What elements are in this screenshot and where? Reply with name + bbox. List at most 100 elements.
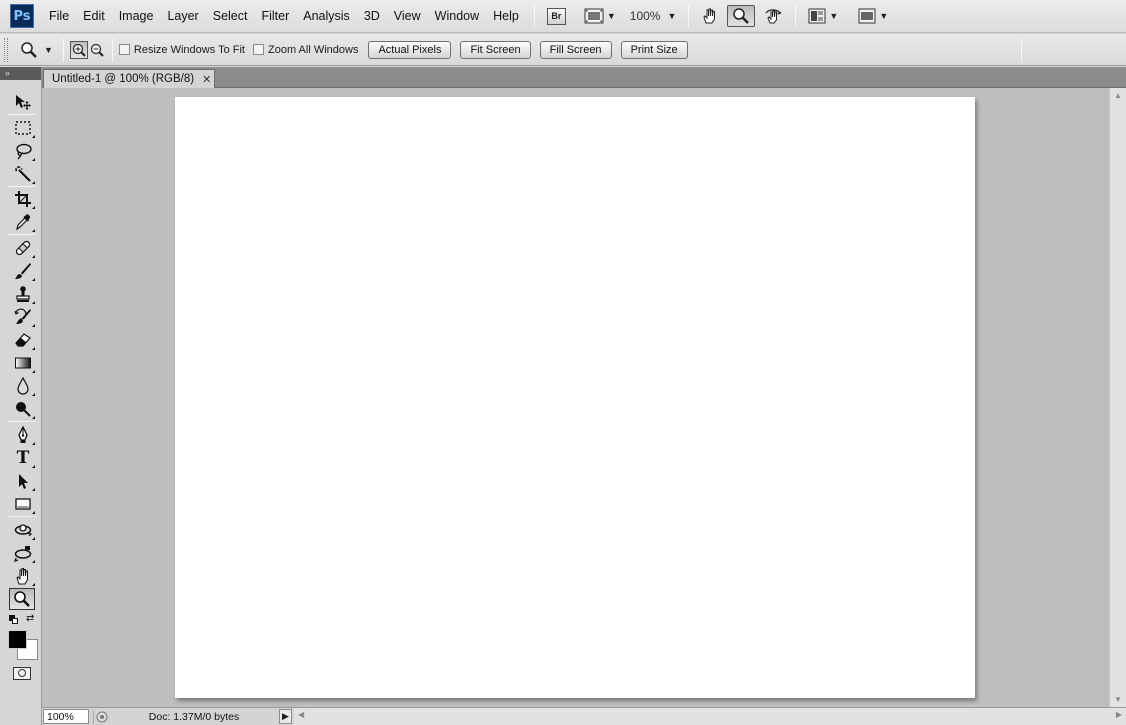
healing-brush-tool[interactable] <box>10 237 36 259</box>
options-bar-grip[interactable] <box>4 37 8 62</box>
checkbox-box[interactable] <box>118 44 130 55</box>
hand-tool-button[interactable] <box>697 5 723 27</box>
tool-flyout-indicator <box>32 465 35 468</box>
history-brush-tool[interactable] <box>10 306 36 328</box>
dodge-tool[interactable] <box>10 398 36 420</box>
path-selection-icon <box>19 474 28 489</box>
checkbox-box[interactable] <box>252 44 264 55</box>
menu-view[interactable]: View <box>387 0 428 33</box>
zoom-field[interactable]: 100% <box>43 709 89 724</box>
tool-flyout-indicator <box>32 181 35 184</box>
actual-pixels-button[interactable]: Actual Pixels <box>368 40 452 59</box>
menu-list: File Edit Image Layer Select Filter Anal… <box>42 0 526 33</box>
rotate-view-button[interactable] <box>759 5 787 27</box>
status-settings-button[interactable] <box>93 709 109 724</box>
zoom-out-button[interactable] <box>88 41 106 59</box>
fill-screen-button[interactable]: Fill Screen <box>539 40 612 59</box>
eraser-icon <box>15 333 31 347</box>
tool-flyout-indicator <box>32 324 35 327</box>
tool-flyout-indicator <box>32 488 35 491</box>
type-tool[interactable]: T <box>10 447 36 469</box>
launch-bridge-button[interactable]: Br <box>543 5 570 27</box>
blur-tool[interactable] <box>10 375 36 397</box>
quick-mask-button[interactable] <box>13 667 31 680</box>
pen-tool[interactable] <box>10 424 36 446</box>
magic-wand-tool[interactable] <box>10 163 36 185</box>
crop-tool[interactable] <box>10 188 36 210</box>
film-strip-icon <box>584 8 604 24</box>
clone-stamp-tool[interactable] <box>10 283 36 305</box>
menu-layer[interactable]: Layer <box>160 0 205 33</box>
menu-file[interactable]: File <box>42 0 76 33</box>
canvas-workspace <box>42 88 1109 707</box>
3d-rotate-icon <box>14 524 32 537</box>
tool-flyout-indicator <box>32 158 35 161</box>
fit-screen-button[interactable]: Fit Screen <box>460 40 531 59</box>
screen-mode-button[interactable]: ▼ <box>854 5 892 27</box>
scroll-right-icon[interactable]: ▶ <box>1116 710 1122 719</box>
chevron-down-icon[interactable]: ▼ <box>667 11 676 21</box>
zoom-in-button[interactable] <box>69 40 88 59</box>
3d-rotate-tool[interactable] <box>10 519 36 541</box>
rotate-view-icon <box>765 9 783 24</box>
gradient-tool[interactable] <box>10 352 36 374</box>
tool-flyout-indicator <box>32 416 35 419</box>
menu-filter[interactable]: Filter <box>254 0 296 33</box>
zoom-level-dropdown[interactable]: 100% <box>620 9 665 23</box>
swap-colors-icon[interactable]: ⇄ <box>26 613 34 624</box>
foreground-color-swatch[interactable] <box>8 630 27 649</box>
scroll-up-icon[interactable]: ▲ <box>1114 91 1122 100</box>
options-divider <box>111 37 113 62</box>
menu-help[interactable]: Help <box>486 0 526 33</box>
toolbox-divider <box>8 421 36 422</box>
status-menu-button[interactable]: ▶ <box>279 709 292 724</box>
3d-orbit-tool[interactable] <box>10 542 36 564</box>
play-icon: ▶ <box>282 711 289 721</box>
hand-icon <box>16 568 28 585</box>
scroll-left-icon[interactable]: ◀ <box>298 710 304 719</box>
crop-icon <box>15 191 31 207</box>
tool-preset-picker[interactable]: ▼ <box>16 39 57 61</box>
scroll-down-icon[interactable]: ▼ <box>1114 695 1122 704</box>
lasso-tool[interactable] <box>10 140 36 162</box>
options-bar: ▼ Resize Windows To Fit Zoom All Windows… <box>0 34 1126 66</box>
path-selection-tool[interactable] <box>10 470 36 492</box>
tool-flyout-indicator <box>32 229 35 232</box>
document-canvas[interactable] <box>175 97 975 698</box>
brush-tool[interactable] <box>10 260 36 282</box>
toolbox-expand-icon[interactable]: » <box>0 67 41 80</box>
photoshop-window: Ps File Edit Image Layer Select Filter A… <box>0 0 1126 725</box>
menu-analysis[interactable]: Analysis <box>296 0 357 33</box>
close-icon[interactable]: ✕ <box>202 73 211 86</box>
print-size-button[interactable]: Print Size <box>620 40 688 59</box>
bridge-icon: Br <box>546 7 566 25</box>
menu-select[interactable]: Select <box>206 0 255 33</box>
zoom-tool-button[interactable] <box>727 5 756 27</box>
menu-edit[interactable]: Edit <box>76 0 112 33</box>
default-colors-button[interactable] <box>9 615 19 625</box>
eraser-tool[interactable] <box>10 329 36 351</box>
options-divider <box>1020 37 1022 62</box>
shape-tool[interactable] <box>10 493 36 515</box>
screen-mode-icon <box>858 8 876 24</box>
view-extras-button[interactable]: ▼ <box>580 5 620 27</box>
tool-flyout-indicator <box>32 135 35 138</box>
hand-tool[interactable] <box>10 565 36 587</box>
eyedropper-tool[interactable] <box>10 211 36 233</box>
document-tab[interactable]: Untitled-1 @ 100% (RGB/8) ✕ <box>43 69 215 88</box>
marquee-tool[interactable] <box>10 117 36 139</box>
move-icon <box>16 95 31 110</box>
menu-image[interactable]: Image <box>112 0 161 33</box>
zoom-tool[interactable] <box>9 588 35 610</box>
menu-window[interactable]: Window <box>428 0 486 33</box>
arrange-documents-icon <box>808 8 826 24</box>
arrange-documents-button[interactable]: ▼ <box>804 5 842 27</box>
zoom-out-icon <box>90 43 104 57</box>
zoom-all-windows-checkbox[interactable]: Zoom All Windows <box>252 44 358 56</box>
toolbox-divider <box>8 114 36 115</box>
horizontal-scrollbar[interactable]: ◀ ▶ <box>294 708 1126 725</box>
vertical-scrollbar[interactable]: ▲ ▼ <box>1109 88 1126 707</box>
menu-3d[interactable]: 3D <box>357 0 387 33</box>
resize-windows-checkbox[interactable]: Resize Windows To Fit <box>118 44 245 56</box>
move-tool[interactable] <box>10 91 36 113</box>
